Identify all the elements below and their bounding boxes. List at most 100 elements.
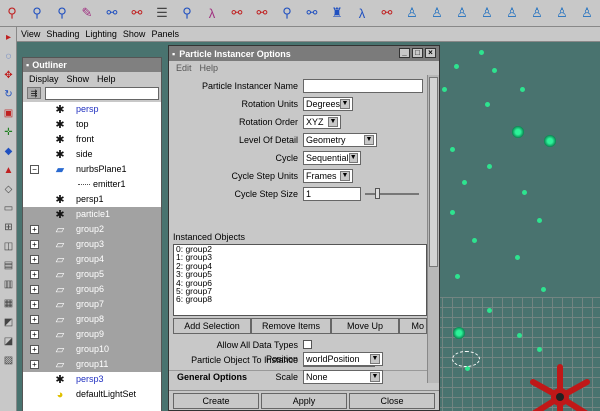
outliner-item[interactable]: ✱ top (23, 117, 161, 132)
cycle-step-size-input[interactable]: 1 (303, 187, 361, 201)
instanced-object-item[interactable]: 3: group5 (176, 270, 426, 279)
outliner-item[interactable]: + ▱ group11 (23, 357, 161, 372)
expand-icon[interactable]: + (30, 225, 39, 234)
move-down-button[interactable]: Mo (399, 318, 427, 334)
shelf-tool-icon-11[interactable]: ⚯ (252, 2, 272, 24)
outliner-item[interactable]: ✱ persp3 (23, 372, 161, 387)
viewport-menu-shading[interactable]: Shading (46, 29, 79, 39)
shelf-tool-icon-3[interactable]: ⚲ (52, 2, 72, 24)
expand-icon[interactable]: + (30, 315, 39, 324)
outliner-menu-help[interactable]: Help (97, 74, 116, 84)
instanced-object-item[interactable]: 6: group8 (176, 295, 426, 304)
allow-all-data-checkbox[interactable] (303, 340, 312, 349)
level-of-detail-select[interactable]: Geometry ▼ (303, 133, 377, 147)
expand-icon[interactable]: + (30, 240, 39, 249)
outliner-menu-display[interactable]: Display (29, 74, 59, 84)
position-select[interactable]: worldPosition ▼ (303, 352, 383, 366)
shelf-tool-icon-8[interactable]: ⚲ (177, 2, 197, 24)
shelf-tool-icon-14[interactable]: ♜ (327, 2, 347, 24)
outliner-search-input[interactable] (45, 86, 159, 100)
shelf-tool-icon-21[interactable]: ♙ (502, 2, 522, 24)
instancer-name-input[interactable] (303, 79, 423, 93)
outliner-item[interactable]: + ▱ group4 (23, 252, 161, 267)
shelf-tool-icon-22[interactable]: ♙ (527, 2, 547, 24)
shelf-tool-icon-12[interactable]: ⚲ (277, 2, 297, 24)
outliner-titlebar[interactable]: ▪ Outliner (23, 58, 161, 72)
collapse-icon[interactable]: − (30, 165, 39, 174)
outliner-item[interactable]: ✱ side (23, 147, 161, 162)
expand-icon[interactable]: + (30, 270, 39, 279)
instanced-object-item[interactable]: 4: group6 (176, 278, 426, 287)
dialog-menu-help[interactable]: Help (200, 63, 219, 73)
outliner-menu-show[interactable]: Show (67, 74, 90, 84)
cycle-step-units-select[interactable]: Frames ▼ (303, 169, 353, 183)
instanced-objects-list[interactable]: 0: group2 1: group3 2: group4 3: group5 4: g… (173, 244, 427, 316)
maximize-button[interactable]: □ (412, 48, 423, 58)
outliner-item[interactable]: + ▱ group7 (23, 297, 161, 312)
move-up-button[interactable]: Move Up (331, 318, 399, 334)
expand-icon[interactable]: + (30, 285, 39, 294)
layout-side-icon[interactable]: ◫ (1, 238, 16, 255)
outliner-item[interactable]: ✱ persp1 (23, 192, 161, 207)
minimize-button[interactable]: _ (399, 48, 410, 58)
close-window-button[interactable]: × (425, 48, 436, 58)
viewport-menu-view[interactable]: View (21, 29, 40, 39)
shelf-tool-icon-9[interactable]: λ (202, 2, 222, 24)
shelf-tool-icon-1[interactable]: ⚲ (2, 2, 22, 24)
dialog-menu-edit[interactable]: Edit (176, 63, 192, 73)
outliner-item[interactable]: + ▱ group8 (23, 312, 161, 327)
apply-button[interactable]: Apply (261, 393, 347, 409)
shelf-tool-icon-16[interactable]: ⚯ (377, 2, 397, 24)
move-tool-icon[interactable]: ✥ (1, 67, 16, 84)
expand-icon[interactable]: + (30, 300, 39, 309)
expand-icon[interactable]: + (30, 345, 39, 354)
create-button[interactable]: Create (173, 393, 259, 409)
scale-tool-icon[interactable]: ▣ (1, 105, 16, 122)
viewport-menu-lighting[interactable]: Lighting (85, 29, 117, 39)
instanced-object-item[interactable]: 0: group2 (176, 245, 426, 253)
shelf-tool-icon-5[interactable]: ⚯ (102, 2, 122, 24)
instanced-object-item[interactable]: 1: group3 (176, 253, 426, 262)
scrollbar-thumb[interactable] (429, 77, 438, 267)
rotation-order-select[interactable]: XYZ ▼ (303, 115, 341, 129)
viewport-menu-panels[interactable]: Panels (151, 29, 179, 39)
cycle-step-size-slider[interactable] (365, 193, 419, 195)
manipulator-tool-icon[interactable]: ✛ (1, 124, 16, 141)
shelf-tool-icon-6[interactable]: ⚯ (127, 2, 147, 24)
layout-hypershade-icon[interactable]: ▦ (1, 295, 16, 312)
shelf-tool-icon-2[interactable]: ⚲ (27, 2, 47, 24)
outliner-item[interactable]: − ▰ nurbsPlane1 (23, 162, 161, 177)
filter-options-icon[interactable]: ⇶ (27, 87, 41, 99)
layout-single-icon[interactable]: ▭ (1, 200, 16, 217)
select-tool-icon[interactable]: ▸ (1, 29, 16, 46)
shelf-tool-icon-15[interactable]: λ (352, 2, 372, 24)
outliner-list[interactable]: ✱ persp ✱ top ✱ front ✱ side − ▰ nurbsPlane1 emitte… (23, 102, 161, 411)
instanced-object-item[interactable]: 5: group7 (176, 286, 426, 295)
slider-handle[interactable] (375, 188, 380, 199)
cycle-select[interactable]: Sequential ▼ (303, 151, 361, 165)
layout-graph-icon[interactable]: ▥ (1, 276, 16, 293)
layout-four-icon[interactable]: ⊞ (1, 219, 16, 236)
layout-extra-2-icon[interactable]: ◪ (1, 333, 16, 350)
shelf-tool-icon-19[interactable]: ♙ (452, 2, 472, 24)
rotate-tool-icon[interactable]: ↻ (1, 86, 16, 103)
layout-extra-3-icon[interactable]: ▨ (1, 352, 16, 369)
instanced-object-item[interactable]: 2: group4 (176, 261, 426, 270)
shelf-tool-icon-23[interactable]: ♙ (552, 2, 572, 24)
viewport-menu-show[interactable]: Show (123, 29, 146, 39)
layout-outliner-icon[interactable]: ▤ (1, 257, 16, 274)
shelf-tool-icon-20[interactable]: ♙ (477, 2, 497, 24)
shelf-tool-icon-24[interactable]: ♙ (577, 2, 597, 24)
close-button[interactable]: Close (349, 393, 435, 409)
last-tool-icon[interactable]: ◇ (1, 181, 16, 198)
shelf-tool-icon-7[interactable]: ☰ (152, 2, 172, 24)
soft-mod-tool-icon[interactable]: ◆ (1, 143, 16, 160)
shelf-tool-icon-10[interactable]: ⚯ (227, 2, 247, 24)
lasso-tool-icon[interactable]: ◌ (1, 48, 16, 65)
outliner-item[interactable]: ◕ defaultLightSet (23, 387, 161, 402)
show-manip-tool-icon[interactable]: ▲ (1, 162, 16, 179)
outliner-item[interactable]: ✱ persp (23, 102, 161, 117)
outliner-item[interactable]: ✱ front (23, 132, 161, 147)
scale-select[interactable]: None ▼ (303, 370, 383, 384)
outliner-item[interactable]: + ▱ group3 (23, 237, 161, 252)
